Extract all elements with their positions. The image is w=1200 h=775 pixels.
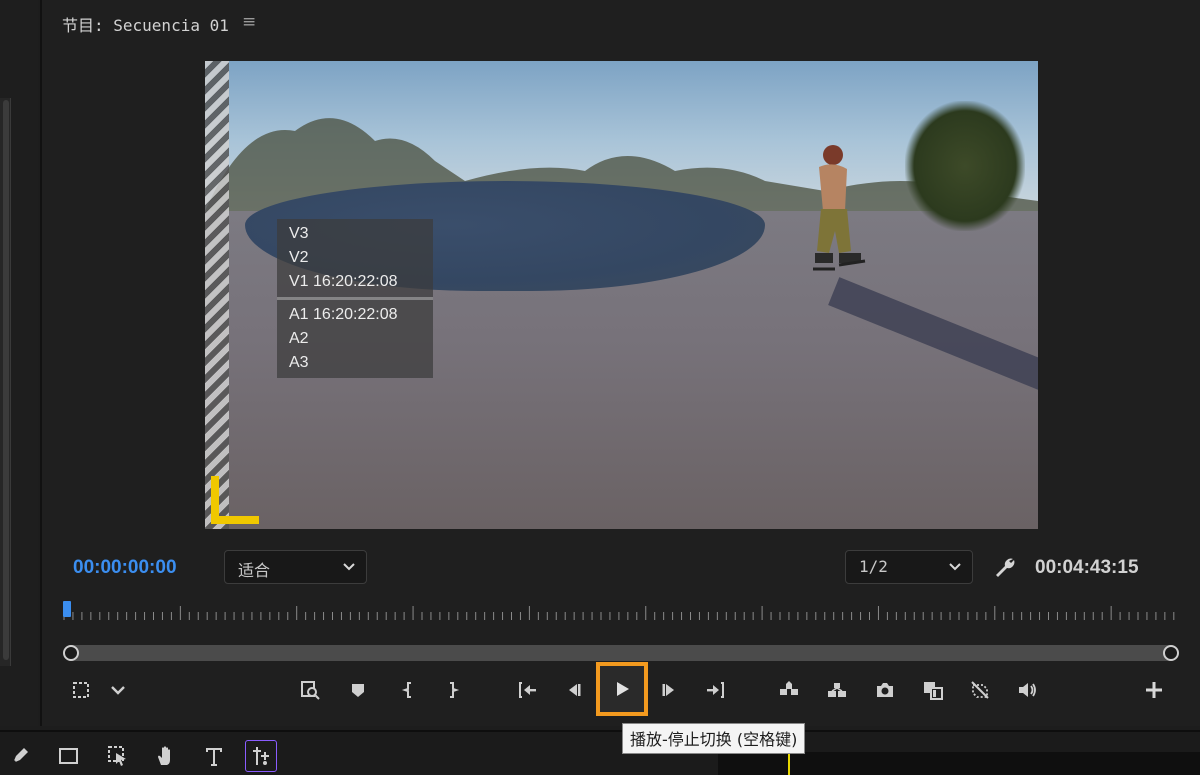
- chevron-down-icon: [949, 563, 961, 571]
- extract-button[interactable]: [821, 674, 853, 706]
- zoom-level-dropdown[interactable]: 适合: [224, 550, 367, 584]
- overlay-track-a1: A1 16:20:22:08: [289, 306, 398, 323]
- audio-icon: [1019, 683, 1036, 697]
- mark-out-button[interactable]: [436, 674, 468, 706]
- track-timecode-overlay: V3 V2 V1 16:20:22:08 A1 16:20:22:08 A2 A…: [277, 219, 433, 378]
- wrench-icon[interactable]: [993, 555, 1017, 579]
- lift-button[interactable]: [773, 674, 805, 706]
- add-marker-button[interactable]: [342, 674, 374, 706]
- export-frame-button[interactable]: [869, 674, 901, 706]
- zoom-level-value: 适合: [238, 561, 271, 580]
- safe-margins-button[interactable]: [65, 674, 97, 706]
- rectangle-icon: [59, 748, 78, 764]
- settings-dropdown-button[interactable]: [102, 674, 134, 706]
- type-icon: [206, 748, 222, 766]
- go-to-out-icon: [707, 682, 724, 698]
- video-skater: [813, 145, 866, 271]
- current-timecode[interactable]: 00:00:00:00: [73, 557, 177, 579]
- hamburger-icon[interactable]: ≡: [242, 12, 256, 32]
- pen-tool[interactable]: [4, 740, 36, 772]
- step-forward-button[interactable]: [653, 674, 685, 706]
- panel-title-bar: 节目: Secuencia 01 ≡: [42, 0, 1200, 44]
- zoom-scrollbar[interactable]: [64, 645, 1176, 661]
- selection-icon: [108, 746, 126, 766]
- safe-margin-corner: [211, 476, 259, 524]
- remix-tool[interactable]: [245, 740, 277, 772]
- toggle-proxies-button[interactable]: [964, 674, 996, 706]
- zoom-monitor-icon: [301, 681, 320, 700]
- zoom-scrollbar-left-handle[interactable]: [63, 645, 79, 661]
- playback-resolution-value: 1/2: [859, 557, 888, 576]
- mark-in-button[interactable]: [393, 674, 425, 706]
- safe-margins-icon: [73, 682, 89, 698]
- step-forward-icon: [662, 684, 674, 696]
- video-track-list: V3 V2 V1 16:20:22:08: [277, 219, 433, 297]
- mark-in-icon: [401, 682, 411, 698]
- overlay-track-v1: V1 16:20:22:08: [289, 273, 398, 290]
- extract-icon: [828, 683, 846, 697]
- go-to-in-button[interactable]: [511, 674, 543, 706]
- audio-track-list: A1 16:20:22:08 A2 A3: [277, 300, 433, 378]
- comparison-view-button[interactable]: [917, 674, 949, 706]
- export-frame-icon: [877, 683, 893, 697]
- chevron-down-icon: [343, 563, 355, 571]
- overlay-track-v2: V2: [289, 249, 309, 266]
- timeline-panel-edge[interactable]: [718, 752, 1200, 775]
- zoom-scrollbar-right-handle[interactable]: [1163, 645, 1179, 661]
- overlay-track-a2: A2: [289, 330, 309, 347]
- left-panel: [0, 0, 38, 726]
- rectangle-tool[interactable]: [53, 740, 85, 772]
- overlay-track-a3: A3: [289, 354, 309, 371]
- timeline-playhead: [788, 752, 790, 775]
- play-icon: [617, 682, 629, 696]
- remix-icon: [253, 747, 269, 765]
- safe-margin-stripes: [205, 61, 229, 529]
- toggle-proxies-icon: [971, 681, 989, 699]
- playhead[interactable]: [63, 601, 71, 617]
- playback-resolution-dropdown[interactable]: 1/2: [845, 550, 973, 584]
- lift-icon: [780, 681, 798, 695]
- video-bush: [905, 101, 1025, 231]
- selection-tool[interactable]: [102, 740, 134, 772]
- hand-tool[interactable]: [150, 740, 182, 772]
- go-to-out-button[interactable]: [700, 674, 732, 706]
- zoom-monitor-button[interactable]: [294, 674, 326, 706]
- chevron-down-icon: [111, 686, 125, 695]
- plus-icon: [1146, 682, 1162, 698]
- type-tool[interactable]: [198, 740, 230, 772]
- play-tooltip: 播放-停止切换 (空格键): [622, 723, 806, 754]
- go-to-in-icon: [519, 682, 536, 698]
- step-back-button[interactable]: [558, 674, 590, 706]
- comparison-view-icon: [924, 682, 943, 700]
- duration-timecode: 00:04:43:15: [1035, 557, 1139, 578]
- play-button[interactable]: [606, 673, 638, 705]
- overlay-track-v3: V3: [289, 225, 309, 242]
- program-monitor-panel: 节目: Secuencia 01 ≡ V3 V2 V1 16:20:22:08: [40, 0, 1200, 726]
- audio-button[interactable]: [1011, 674, 1043, 706]
- left-panel-scrollbar[interactable]: [3, 100, 9, 660]
- hand-icon: [158, 746, 170, 765]
- add-marker-icon: [352, 684, 364, 697]
- button-editor-button[interactable]: [1138, 674, 1170, 706]
- step-back-icon: [569, 684, 581, 696]
- time-ruler[interactable]: [62, 600, 1180, 626]
- mark-out-icon: [450, 682, 460, 698]
- panel-title[interactable]: 节目: Secuencia 01: [62, 12, 229, 36]
- pen-icon: [12, 748, 28, 764]
